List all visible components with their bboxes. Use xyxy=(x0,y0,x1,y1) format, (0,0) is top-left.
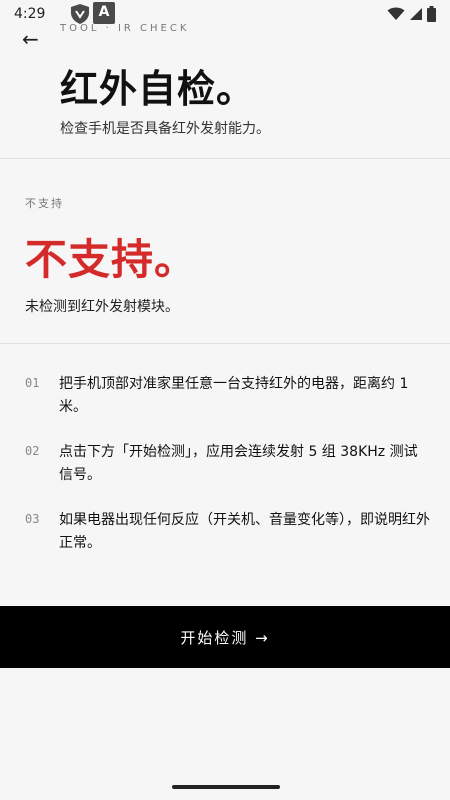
result-description: 未检测到红外发射模块。 xyxy=(25,299,179,315)
step-item: 02 点击下方「开始检测」，应用会连续发射 5 组 38KHz 测试信号。 xyxy=(25,441,430,487)
step-text: 点击下方「开始检测」，应用会连续发射 5 组 38KHz 测试信号。 xyxy=(59,444,418,483)
wifi-icon xyxy=(387,7,405,20)
page-subtitle: 检查手机是否具备红外发射能力。 xyxy=(60,121,270,137)
breadcrumb: TOOL · IR CHECK xyxy=(60,23,190,34)
home-indicator[interactable] xyxy=(172,785,280,789)
start-detection-button[interactable]: 开始检测 → xyxy=(0,606,450,668)
divider xyxy=(0,343,450,344)
battery-icon xyxy=(427,6,436,22)
instruction-steps: 01 把手机顶部对准家里任意一台支持红外的电器，距离约 1 米。 02 点击下方… xyxy=(25,373,430,577)
step-number: 01 xyxy=(25,376,40,390)
status-time: 4:29 xyxy=(14,6,46,22)
result-label: 不支持 xyxy=(25,197,64,210)
step-text: 把手机顶部对准家里任意一台支持红外的电器，距离约 1 米。 xyxy=(59,376,409,415)
signal-icon xyxy=(410,8,422,20)
step-text: 如果电器出现任何反应（开关机、音量变化等），即说明红外正常。 xyxy=(59,512,430,551)
status-right-icons xyxy=(387,5,436,23)
step-number: 03 xyxy=(25,512,40,526)
page-title: 红外自检。 xyxy=(60,67,256,111)
step-number: 02 xyxy=(25,444,40,458)
step-item: 01 把手机顶部对准家里任意一台支持红外的电器，距离约 1 米。 xyxy=(25,373,430,419)
accessibility-a-icon: A xyxy=(93,2,115,24)
shield-icon xyxy=(68,3,92,25)
result-status: 不支持。 xyxy=(25,235,198,284)
step-item: 03 如果电器出现任何反应（开关机、音量变化等），即说明红外正常。 xyxy=(25,509,430,555)
divider xyxy=(0,158,450,159)
back-arrow-button[interactable]: ← xyxy=(22,27,39,51)
